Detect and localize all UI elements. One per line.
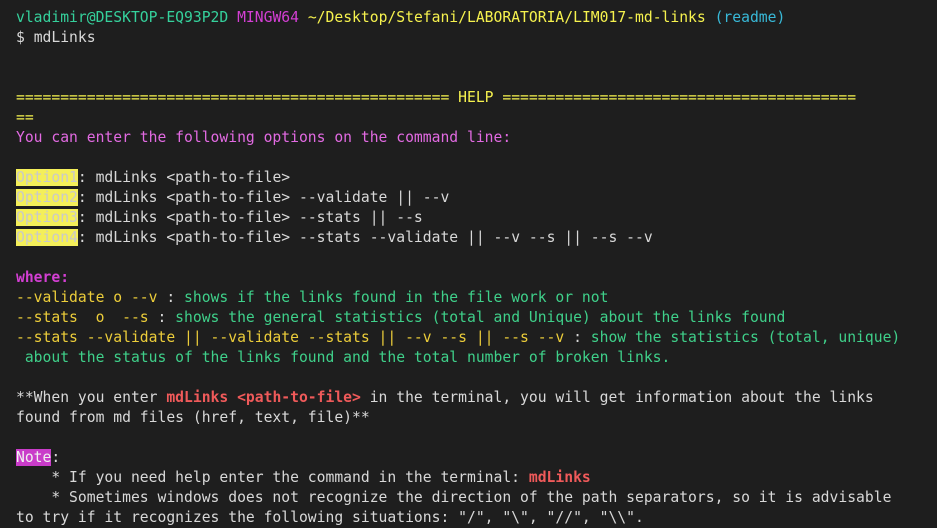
note-bullet-2-line-1: * Sometimes windows does not recognize t… [0, 488, 937, 508]
where-entry-2: --stats o --s : shows the general statis… [0, 308, 937, 328]
option-row-2: Option2: mdLinks <path-to-file> --valida… [0, 188, 937, 208]
option-label-4: Option4 [16, 229, 78, 246]
prompt-line: vladimir@DESKTOP-EQ93P2D MINGW64 ~/Deskt… [0, 8, 937, 28]
where-entry-1: --validate o --v : shows if the links fo… [0, 288, 937, 308]
option-separator-1: : [77, 169, 96, 186]
note-bullet-2-text-1: * Sometimes windows does not recognize t… [16, 489, 892, 506]
command-line[interactable]: $ mdLinks [0, 28, 937, 48]
help-banner-line: ========================================… [0, 88, 937, 108]
option-command-2: mdLinks <path-to-file> --validate || --v [95, 189, 450, 206]
where-label-line: where: [0, 268, 937, 288]
option-label-2: Option2 [16, 189, 78, 206]
help-banner-wrap-line: == [0, 108, 937, 128]
prompt-git-branch: (readme) [714, 9, 786, 26]
option-command-1: mdLinks <path-to-file> [95, 169, 291, 186]
prompt-space-2 [299, 9, 308, 26]
paragraph-line2-text: found from md files (href, text, file)** [16, 409, 370, 426]
spacer-2 [0, 68, 937, 88]
where-colon-1: : [166, 289, 185, 306]
note-bullet-1: * If you need help enter the command in … [0, 468, 937, 488]
option-command-4: mdLinks <path-to-file> --stats --validat… [95, 229, 653, 246]
note-bullet-2-line-2: to try if it recognizes the following si… [0, 508, 937, 528]
where-flags-3: --stats --validate || --validate --stats… [16, 329, 574, 346]
help-banner-left: ========================================… [16, 89, 450, 106]
note-bullet-2-text-2: to try if it recognizes the following si… [16, 509, 644, 526]
help-banner-title: HELP [458, 89, 494, 106]
where-flags-2: --stats o --s [16, 309, 158, 326]
where-colon-3: : [573, 329, 591, 346]
paragraph-suffix: in the terminal, you will get informatio… [360, 389, 874, 406]
spacer-5 [0, 368, 937, 388]
help-banner-right: ======================================== [502, 89, 857, 106]
where-description-3: show the statistics (total, unique) [590, 329, 901, 346]
note-label-line: Note: [0, 448, 937, 468]
spacer-6 [0, 428, 937, 448]
command-space [25, 29, 34, 46]
help-banner-gap-1 [449, 89, 458, 106]
prompt-user-host: vladimir@DESKTOP-EQ93P2D [16, 9, 229, 26]
spacer-4 [0, 248, 937, 268]
note-bullet-1-prefix: * If you need help enter the command in … [16, 469, 529, 486]
option-separator-2: : [77, 189, 96, 206]
option-row-4: Option4: mdLinks <path-to-file> --stats … [0, 228, 937, 248]
spacer-1 [0, 48, 937, 68]
prompt-symbol: $ [16, 29, 25, 46]
paragraph-emphasis: mdLinks <path-to-file> [166, 389, 361, 406]
help-intro-text: You can enter the following options on t… [16, 129, 512, 146]
where-description-1: shows if the links found in the file wor… [184, 289, 609, 306]
paragraph-prefix: **When you enter [16, 389, 167, 406]
option-separator-3: : [77, 209, 96, 226]
where-colon-2: : [157, 309, 176, 326]
paragraph-line-1: **When you enter mdLinks <path-to-file> … [0, 388, 937, 408]
help-banner-wrap: == [16, 109, 34, 126]
note-colon: : [51, 449, 61, 466]
prompt-path: ~/Desktop/Stefani/LABORATORIA/LIM017-md-… [307, 9, 706, 26]
spacer-3 [0, 148, 937, 168]
command-text: mdLinks [33, 29, 96, 46]
note-bullet-1-emphasis: mdLinks [528, 469, 591, 486]
option-label-3: Option3 [16, 209, 78, 226]
option-label-1: Option1 [16, 169, 78, 186]
note-label: Note [16, 449, 52, 466]
paragraph-line-2: found from md files (href, text, file)** [0, 408, 937, 428]
prompt-space-1 [228, 9, 237, 26]
option-command-3: mdLinks <path-to-file> --stats || --s [95, 209, 423, 226]
where-flags-1: --validate o --v [16, 289, 167, 306]
terminal-window: vladimir@DESKTOP-EQ93P2D MINGW64 ~/Deskt… [0, 0, 937, 526]
where-description-2: shows the general statistics (total and … [175, 309, 786, 326]
help-intro-line: You can enter the following options on t… [0, 128, 937, 148]
prompt-shell: MINGW64 [237, 9, 299, 26]
option-row-3: Option3: mdLinks <path-to-file> --stats … [0, 208, 937, 228]
prompt-space-3 [706, 9, 715, 26]
where-entry-3: --stats --validate || --validate --stats… [0, 328, 937, 348]
where-description-3-cont: about the status of the links found and … [16, 349, 671, 366]
option-separator-4: : [77, 229, 96, 246]
option-row-1: Option1: mdLinks <path-to-file> [0, 168, 937, 188]
where-label: where: [16, 269, 70, 286]
where-entry-3-cont: about the status of the links found and … [0, 348, 937, 368]
